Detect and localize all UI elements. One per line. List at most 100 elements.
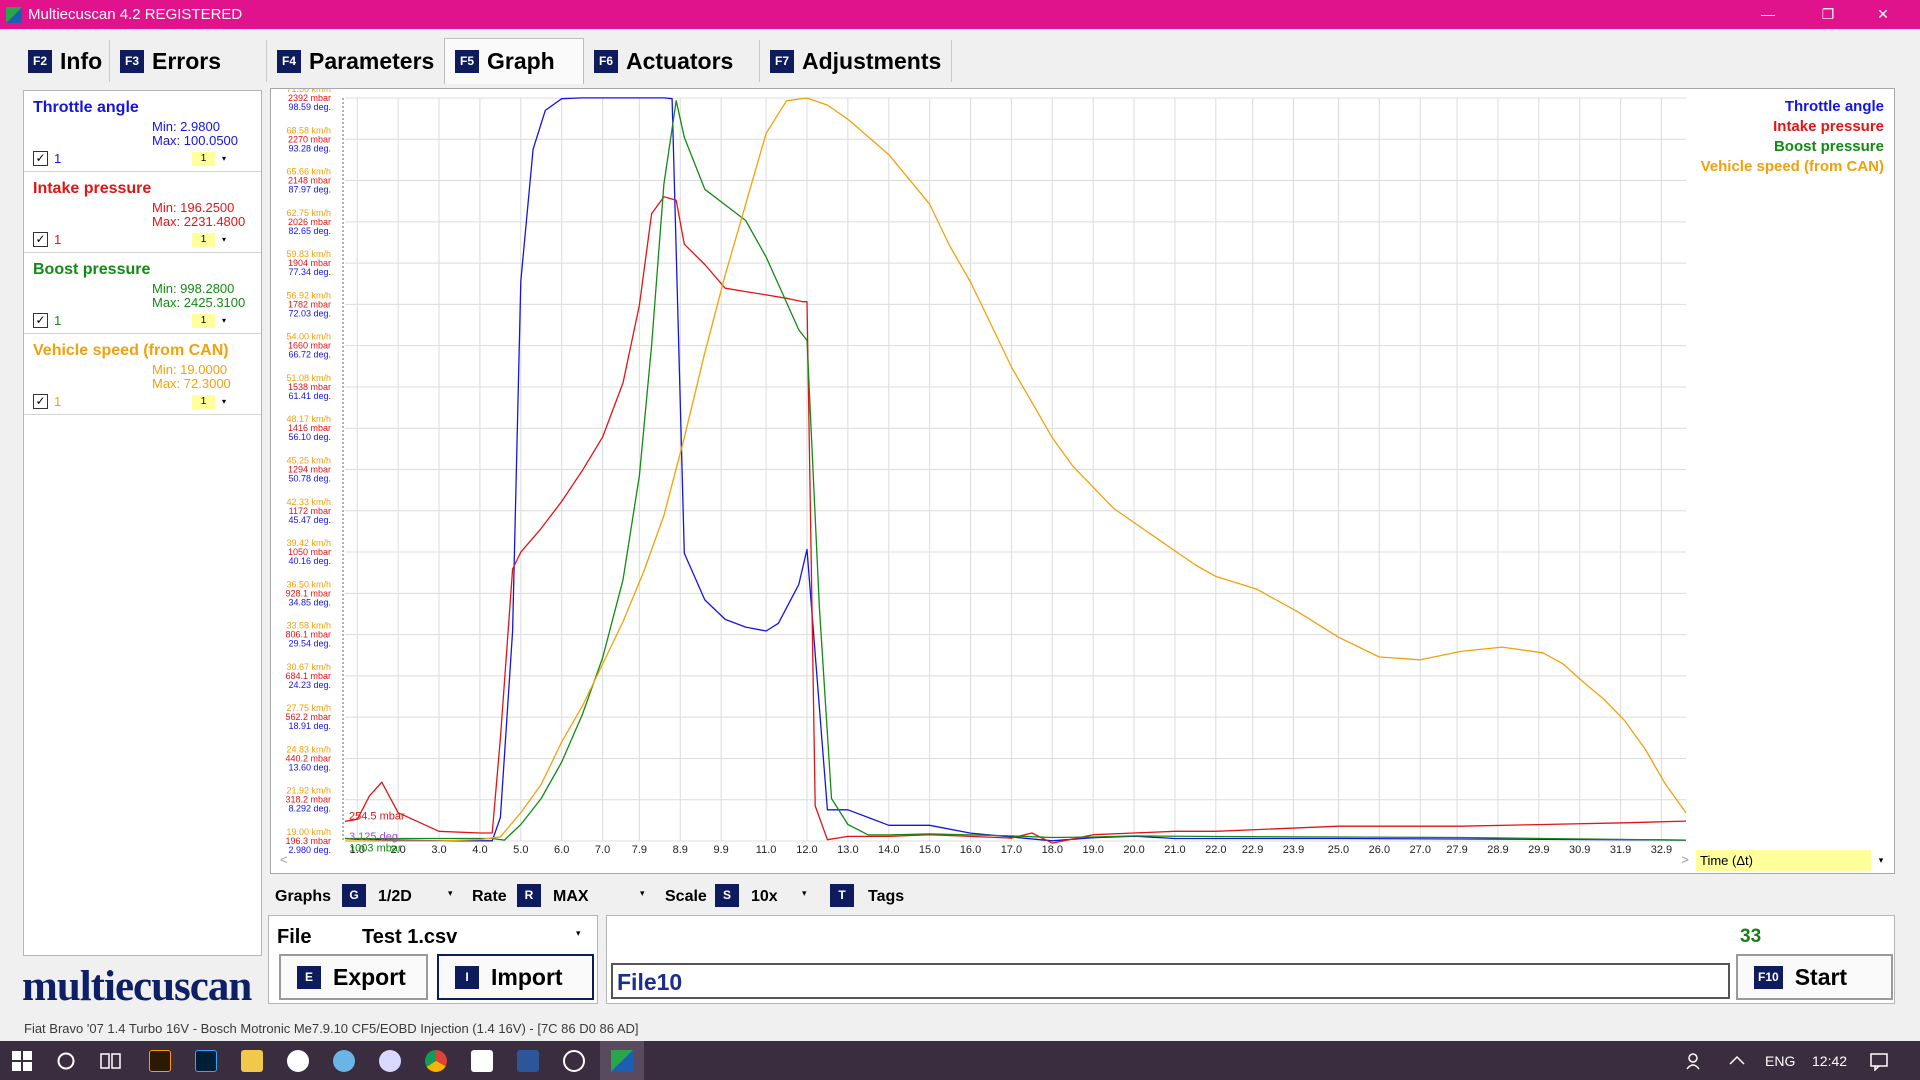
- channel-max: Max: 100.0500: [152, 133, 239, 148]
- chevron-down-icon[interactable]: ▾: [640, 888, 645, 899]
- start-button[interactable]: F10 Start: [1736, 954, 1893, 1000]
- tags-key[interactable]: T: [830, 884, 854, 907]
- taskbar: ENG 12:42: [0, 1041, 1920, 1080]
- settings-gear-icon[interactable]: [563, 1050, 585, 1072]
- filename-input[interactable]: File10: [611, 963, 1730, 999]
- file-label: File: [277, 926, 312, 948]
- chevron-down-icon[interactable]: ▾: [217, 395, 231, 409]
- chevron-down-icon[interactable]: ▾: [1872, 850, 1890, 871]
- channel-checkbox[interactable]: ✓: [33, 394, 48, 409]
- app-logo: multiecuscan: [22, 963, 252, 1010]
- annotation-throttle: 3.125 deg.: [349, 831, 401, 843]
- channel-axis-select[interactable]: 1: [192, 233, 215, 247]
- task-view-icon[interactable]: [100, 1051, 122, 1071]
- line-chart[interactable]: 71.50 km/h2392 mbar98.59 deg.68.58 km/h2…: [271, 89, 1896, 875]
- clock[interactable]: 12:42: [1812, 1053, 1847, 1069]
- tab-actuators[interactable]: F6 Actuators: [584, 40, 760, 82]
- export-button[interactable]: E Export: [279, 954, 428, 1000]
- tab-key-f6: F6: [594, 49, 618, 73]
- chevron-up-icon[interactable]: [1728, 1053, 1746, 1067]
- minimize-button[interactable]: —: [1745, 0, 1791, 29]
- itunes-icon[interactable]: [379, 1050, 401, 1072]
- multiecuscan-icon: [611, 1050, 633, 1072]
- chevron-down-icon[interactable]: ▾: [217, 314, 231, 328]
- tab-adjustments[interactable]: F7 Adjustments: [760, 40, 952, 82]
- chevron-down-icon[interactable]: ▾: [802, 888, 807, 899]
- photoshop-icon[interactable]: [195, 1050, 217, 1072]
- tab-graph[interactable]: F5 Graph: [444, 38, 584, 84]
- channel-intake-pressure[interactable]: Intake pressure Min: 196.2500 Max: 2231.…: [24, 172, 261, 253]
- start-key: F10: [1754, 965, 1783, 989]
- tab-key-f5: F5: [455, 50, 479, 73]
- search-icon[interactable]: [56, 1051, 76, 1071]
- tab-errors[interactable]: F3 Errors: [110, 40, 267, 82]
- people-icon[interactable]: [1685, 1051, 1705, 1071]
- chevron-down-icon[interactable]: ▾: [576, 928, 581, 939]
- channel-name: Vehicle speed (from CAN): [33, 342, 229, 359]
- chevron-down-icon[interactable]: ▾: [217, 233, 231, 247]
- channel-max: Max: 2231.4800: [152, 214, 246, 229]
- start-label: Start: [1794, 963, 1848, 990]
- graphs-key[interactable]: G: [342, 884, 366, 907]
- file-explorer-icon[interactable]: [241, 1050, 263, 1072]
- channel-vehicle-speed[interactable]: Vehicle speed (from CAN) Min: 19.0000 Ma…: [24, 334, 261, 415]
- tags-label[interactable]: Tags: [868, 888, 904, 906]
- y-tick-label-throttle: 34.85 deg.: [288, 597, 331, 607]
- word-icon[interactable]: [517, 1050, 539, 1072]
- notifications-icon[interactable]: [1869, 1051, 1889, 1071]
- graph-scrollbar[interactable]: < >: [276, 852, 1693, 868]
- graph-panel[interactable]: 71.50 km/h 2392 mbar 98.59 deg. 68.58 km/h 2…: [270, 88, 1895, 874]
- windows-start-icon[interactable]: [12, 1051, 32, 1071]
- graphs-value[interactable]: 1/2D: [378, 888, 412, 906]
- annotation-boost: 1003 mbar: [349, 843, 402, 855]
- channel-checkbox[interactable]: ✓: [33, 313, 48, 328]
- language-indicator[interactable]: ENG: [1765, 1053, 1795, 1069]
- active-app-highlight[interactable]: [600, 1041, 644, 1080]
- channel-checkbox[interactable]: ✓: [33, 151, 48, 166]
- y-tick-label-throttle: 93.28 deg.: [288, 143, 331, 153]
- x-axis-select[interactable]: Time (Δt): [1696, 850, 1871, 871]
- scroll-right-arrow[interactable]: >: [1681, 852, 1689, 867]
- close-button[interactable]: ✕: [1860, 0, 1906, 29]
- series-line-intake-pressure: [344, 196, 1687, 844]
- y-tick-label-throttle: 77.34 deg.: [288, 267, 331, 277]
- rate-key[interactable]: R: [517, 884, 541, 907]
- channel-throttle-angle[interactable]: Throttle angle Min: 2.9800 Max: 100.0500…: [24, 91, 261, 172]
- y-tick-label-throttle: 66.72 deg.: [288, 350, 331, 360]
- maximize-button[interactable]: ❐: [1805, 0, 1851, 29]
- scale-key[interactable]: S: [715, 884, 739, 907]
- file-select[interactable]: Test 1.csv: [362, 926, 457, 949]
- notes-app-icon[interactable]: [471, 1050, 493, 1072]
- window-title: Multiecuscan 4.2 REGISTERED: [28, 6, 243, 23]
- illustrator-icon[interactable]: [149, 1050, 171, 1072]
- channel-name: Boost pressure: [33, 261, 151, 278]
- channel-min: Min: 196.2500: [152, 200, 235, 215]
- title-bar: Multiecuscan 4.2 REGISTERED — ❐ ✕: [0, 0, 1920, 29]
- y-tick-label-throttle: 50.78 deg.: [288, 474, 331, 484]
- channel-axis-select[interactable]: 1: [192, 152, 215, 166]
- legend-entry: Intake pressure: [1773, 118, 1884, 135]
- y-tick-label-throttle: 40.16 deg.: [288, 556, 331, 566]
- import-button[interactable]: I Import: [437, 954, 594, 1000]
- clock-app-icon[interactable]: [287, 1050, 309, 1072]
- chrome-icon[interactable]: [425, 1050, 447, 1072]
- y-tick-label-throttle: 82.65 deg.: [288, 226, 331, 236]
- scale-value[interactable]: 10x: [751, 888, 778, 906]
- app-icon: [6, 7, 22, 23]
- channel-name: Intake pressure: [33, 180, 152, 197]
- channel-axis-value: 1: [54, 394, 62, 409]
- browser-icon[interactable]: [333, 1050, 355, 1072]
- y-tick-label-throttle: 61.41 deg.: [288, 391, 331, 401]
- rate-value[interactable]: MAX: [553, 888, 589, 906]
- scroll-left-arrow[interactable]: <: [280, 852, 288, 867]
- channel-checkbox[interactable]: ✓: [33, 232, 48, 247]
- channel-boost-pressure[interactable]: Boost pressure Min: 998.2800 Max: 2425.3…: [24, 253, 261, 334]
- channel-axis-select[interactable]: 1: [192, 395, 215, 409]
- chevron-down-icon[interactable]: ▾: [448, 888, 453, 899]
- channel-axis-select[interactable]: 1: [192, 314, 215, 328]
- tab-parameters[interactable]: F4 Parameters: [267, 40, 457, 82]
- tab-info[interactable]: F2 Info: [18, 40, 110, 82]
- chevron-down-icon[interactable]: ▾: [217, 152, 231, 166]
- graph-controls: Graphs G 1/2D ▾ Rate R MAX ▾ Scale S 10x…: [270, 884, 970, 908]
- channel-min: Min: 19.0000: [152, 362, 228, 377]
